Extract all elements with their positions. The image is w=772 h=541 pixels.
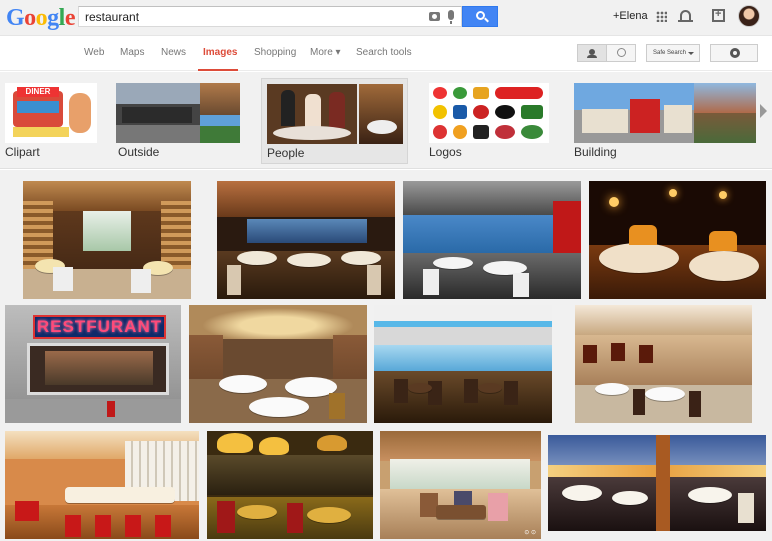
- related-searches-strip: DINER Clipart Outside People Logos Build…: [0, 72, 772, 169]
- logo-letter: g: [47, 5, 59, 31]
- related-thumbnail: [267, 84, 403, 144]
- top-bar: Google +Elena: [0, 0, 772, 36]
- related-item-logos[interactable]: Logos: [425, 78, 553, 164]
- image-result[interactable]: RESTFURANT: [5, 305, 181, 423]
- chevron-down-icon: [688, 52, 694, 55]
- safe-search-label: Safe Search: [653, 50, 687, 56]
- tab-web[interactable]: Web: [84, 47, 104, 58]
- tab-more[interactable]: More ▾: [310, 47, 341, 58]
- tab-images[interactable]: Images: [203, 47, 237, 58]
- storefront-sign: RESTFURANT: [33, 315, 166, 339]
- image-result[interactable]: [403, 181, 581, 299]
- gear-icon: [730, 48, 740, 58]
- related-item-clipart[interactable]: DINER Clipart: [2, 78, 106, 164]
- image-result[interactable]: [548, 435, 766, 531]
- related-item-people[interactable]: People: [261, 78, 408, 164]
- apps-grid-icon[interactable]: [656, 11, 667, 22]
- active-tab-indicator: [198, 69, 238, 71]
- notifications-bell-icon[interactable]: [678, 10, 693, 22]
- global-results-button[interactable]: [606, 44, 636, 62]
- related-thumbnail: [574, 83, 756, 143]
- share-plus-icon[interactable]: [712, 8, 725, 22]
- search-box: [78, 6, 462, 27]
- image-result[interactable]: [189, 305, 367, 423]
- image-result[interactable]: ⊙ ⊙: [380, 431, 541, 539]
- image-result[interactable]: [207, 431, 373, 539]
- image-overlay-caption: ⊙ ⊙: [524, 530, 536, 536]
- tab-news[interactable]: News: [161, 47, 186, 58]
- logo-letter: o: [24, 5, 36, 31]
- related-thumbnail: [429, 83, 549, 143]
- image-result[interactable]: [5, 431, 199, 539]
- tab-maps[interactable]: Maps: [120, 47, 144, 58]
- related-item-label: Clipart: [5, 145, 40, 159]
- related-item-label: Building: [574, 145, 617, 159]
- globe-icon: [617, 48, 626, 57]
- chevron-right-icon[interactable]: [760, 104, 767, 118]
- tab-shopping[interactable]: Shopping: [254, 47, 296, 58]
- microphone-icon[interactable]: [448, 10, 454, 24]
- image-results-grid: RESTFURANT ⊙ ⊙: [0, 170, 772, 541]
- settings-button[interactable]: [710, 44, 758, 62]
- search-icon: [476, 11, 485, 20]
- logo-letter: e: [64, 5, 76, 31]
- image-result[interactable]: [23, 181, 191, 299]
- google-logo[interactable]: Google: [6, 5, 76, 32]
- avatar[interactable]: [738, 5, 760, 27]
- logo-letter: o: [35, 5, 48, 31]
- related-item-label: Outside: [118, 145, 160, 159]
- tab-search-tools[interactable]: Search tools: [356, 47, 412, 58]
- logo-letter: G: [6, 5, 25, 31]
- image-result[interactable]: [217, 181, 395, 299]
- related-item-label: Logos: [429, 145, 462, 159]
- image-result[interactable]: [374, 305, 552, 423]
- camera-icon[interactable]: [429, 12, 440, 21]
- user-profile-link[interactable]: +Elena: [613, 10, 648, 22]
- safe-search-dropdown[interactable]: Safe Search: [646, 44, 700, 62]
- related-thumbnail: [116, 83, 240, 143]
- person-icon: [587, 49, 597, 58]
- related-item-outside[interactable]: Outside: [113, 78, 243, 164]
- image-result[interactable]: [589, 181, 766, 299]
- search-button[interactable]: [462, 6, 498, 27]
- image-result[interactable]: [575, 305, 752, 423]
- personal-results-button[interactable]: [577, 44, 607, 62]
- search-input[interactable]: [85, 9, 415, 25]
- related-thumbnail: DINER: [5, 83, 97, 143]
- related-item-label: People: [267, 146, 305, 160]
- related-item-building[interactable]: Building: [570, 78, 756, 164]
